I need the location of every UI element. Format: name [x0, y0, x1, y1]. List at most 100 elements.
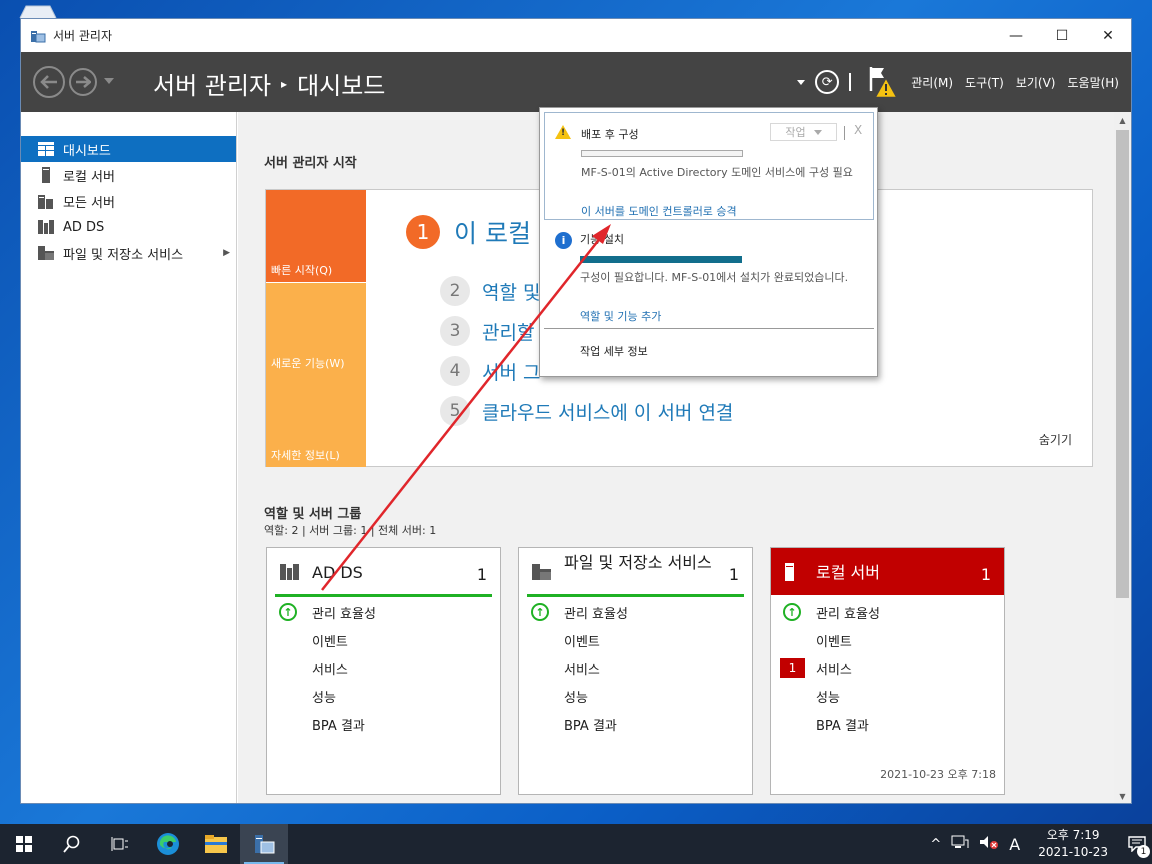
row-label: BPA 결과	[816, 718, 869, 734]
step-4[interactable]: 4 서버 그	[440, 356, 540, 386]
card-row-bpa[interactable]: BPA 결과	[267, 710, 500, 738]
step-2[interactable]: 2 역할 및	[440, 276, 540, 306]
system-tray: ^ A 오후 7:19 2021-10-23 1	[930, 824, 1152, 864]
card-row-services[interactable]: 서비스	[267, 654, 500, 682]
expand-arrow-icon[interactable]: ▶	[223, 248, 230, 258]
step-text[interactable]: 이 로컬	[454, 214, 531, 250]
title-bar[interactable]: 서버 관리자 — ☐ ✕	[21, 19, 1131, 52]
server-manager-taskbar-button[interactable]	[240, 824, 288, 864]
task-dropdown-button[interactable]: 작업	[770, 123, 837, 141]
flag-warning-icon	[869, 67, 897, 98]
sidebar-item-ad-ds[interactable]: AD DS	[21, 214, 236, 240]
clock-date: 2021-10-23	[1038, 845, 1108, 859]
step-text[interactable]: 관리할	[482, 318, 534, 345]
task-details-link[interactable]: 작업 세부 정보	[580, 343, 648, 359]
menu-help[interactable]: 도움말(H)	[1067, 74, 1119, 91]
action-center-button[interactable]: 1	[1122, 824, 1152, 864]
step-3[interactable]: 3 관리할	[440, 316, 534, 346]
clock-time: 오후 7:19	[1046, 828, 1100, 842]
step-text[interactable]: 서버 그	[482, 358, 540, 385]
status-ok-icon: ↑	[783, 603, 801, 621]
vertical-scrollbar[interactable]: ▲ ▼	[1114, 112, 1131, 803]
menu-manage[interactable]: 관리(M)	[911, 74, 953, 91]
warning-icon: !	[555, 125, 571, 139]
role-card-local-server[interactable]: 로컬 서버 1 ↑ 관리 효율성 이벤트 1 서비스 성능 BPA 결과 2021-…	[770, 547, 1005, 795]
close-button[interactable]: ✕	[1085, 19, 1131, 52]
card-timestamp: 2021-10-23 오후 7:18	[880, 768, 996, 781]
servers-icon	[37, 193, 55, 209]
card-row-services[interactable]: 1 서비스	[771, 654, 1004, 682]
file-explorer-button[interactable]	[192, 824, 240, 864]
row-label: 서비스	[312, 662, 348, 678]
tile-learn-more[interactable]: 자세한 정보(L)	[266, 375, 366, 467]
clock[interactable]: 오후 7:19 2021-10-23	[1038, 827, 1108, 861]
tile-whats-new[interactable]: 새로운 기능(W)	[266, 283, 366, 375]
minimize-button[interactable]: —	[993, 19, 1039, 52]
task-view-button[interactable]	[96, 824, 144, 864]
network-icon[interactable]	[951, 834, 969, 854]
input-method-indicator[interactable]: A	[1009, 835, 1020, 854]
menu-view[interactable]: 보기(V)	[1016, 74, 1056, 91]
notifications-flag-button[interactable]	[867, 65, 897, 99]
breadcrumb-root[interactable]: 서버 관리자	[153, 66, 271, 101]
card-row-performance[interactable]: 성능	[519, 682, 752, 710]
scroll-down-icon[interactable]: ▼	[1114, 788, 1131, 803]
card-row-services[interactable]: 서비스	[519, 654, 752, 682]
volume-muted-icon[interactable]	[979, 834, 999, 854]
recycle-bin-icon[interactable]	[18, 4, 58, 19]
edge-button[interactable]	[144, 824, 192, 864]
back-button[interactable]	[33, 66, 65, 98]
sidebar-item-local-server[interactable]: 로컬 서버	[21, 162, 236, 188]
card-row-bpa[interactable]: BPA 결과	[519, 710, 752, 738]
card-row-performance[interactable]: 성능	[267, 682, 500, 710]
card-row-manageability[interactable]: ↑ 관리 효율성	[267, 598, 500, 626]
card-row-events[interactable]: 이벤트	[267, 626, 500, 654]
tray-chevron-icon[interactable]: ^	[930, 837, 941, 852]
scrollbar-thumb[interactable]	[1116, 130, 1129, 598]
card-row-events[interactable]: 이벤트	[519, 626, 752, 654]
promote-domain-controller-link[interactable]: 이 서버를 도메인 컨트롤러로 승격	[581, 203, 737, 219]
card-row-performance[interactable]: 성능	[771, 682, 1004, 710]
card-header[interactable]: AD DS 1	[267, 548, 500, 595]
step-5[interactable]: 5 클라우드 서비스에 이 서버 연결	[440, 396, 733, 426]
sidebar-item-file-storage[interactable]: 파일 및 저장소 서비스 ▶	[21, 240, 236, 266]
role-card-file-storage[interactable]: 파일 및 저장소 서비스 1 ↑ 관리 효율성 이벤트 서비스 성능 BPA 결과	[518, 547, 753, 795]
add-roles-features-link[interactable]: 역할 및 기능 추가	[580, 308, 661, 324]
server-manager-app-icon	[30, 28, 46, 44]
taskbar: ^ A 오후 7:19 2021-10-23 1	[0, 824, 1152, 864]
roles-summary: 역할: 2 | 서버 그룹: 1 | 전체 서버: 1	[264, 524, 437, 537]
sidebar-item-all-servers[interactable]: 모든 서버	[21, 188, 236, 214]
header-dropdown-icon[interactable]	[797, 79, 806, 85]
step-text[interactable]: 역할 및	[482, 278, 540, 305]
card-header[interactable]: 파일 및 저장소 서비스 1	[519, 548, 752, 595]
breadcrumb-separator-icon: ▸	[281, 76, 288, 91]
search-button[interactable]	[48, 824, 96, 864]
card-count: 1	[728, 565, 739, 584]
scroll-up-icon[interactable]: ▲	[1114, 112, 1131, 129]
hide-welcome-link[interactable]: 숨기기	[1039, 431, 1072, 448]
step-text[interactable]: 클라우드 서비스에 이 서버 연결	[482, 398, 733, 425]
alert-count-badge: 1	[780, 658, 805, 678]
card-row-manageability[interactable]: ↑ 관리 효율성	[519, 598, 752, 626]
card-row-manageability[interactable]: ↑ 관리 효율성	[771, 598, 1004, 626]
refresh-button[interactable]: ⟳	[815, 70, 840, 94]
card-row-events[interactable]: 이벤트	[771, 626, 1004, 654]
role-card-ad-ds[interactable]: AD DS 1 ↑ 관리 효율성 이벤트 서비스 성능 BPA 결과	[266, 547, 501, 795]
history-dropdown-icon[interactable]	[104, 78, 114, 84]
sidebar-item-label: 대시보드	[63, 143, 111, 159]
dismiss-notification-button[interactable]: X	[854, 123, 862, 137]
header-bar: 서버 관리자 ▸ 대시보드 ⟳ 관리(M) 도구(T) 보기(V) 도움말(H)	[21, 52, 1131, 112]
tile-quick-start[interactable]: 빠른 시작(Q)	[266, 190, 366, 282]
status-ok-line	[275, 594, 492, 597]
sidebar-item-dashboard[interactable]: 대시보드	[21, 136, 236, 162]
row-label: BPA 결과	[564, 718, 617, 734]
card-row-bpa[interactable]: BPA 결과	[771, 710, 1004, 738]
step-1[interactable]: 1 이 로컬	[406, 214, 531, 250]
server-icon	[37, 167, 55, 183]
start-button[interactable]	[0, 824, 48, 864]
card-header[interactable]: 로컬 서버 1	[771, 548, 1004, 595]
maximize-button[interactable]: ☐	[1039, 19, 1085, 52]
menu-tools[interactable]: 도구(T)	[965, 74, 1004, 91]
forward-button[interactable]	[69, 68, 97, 96]
arrow-left-icon	[40, 75, 57, 89]
